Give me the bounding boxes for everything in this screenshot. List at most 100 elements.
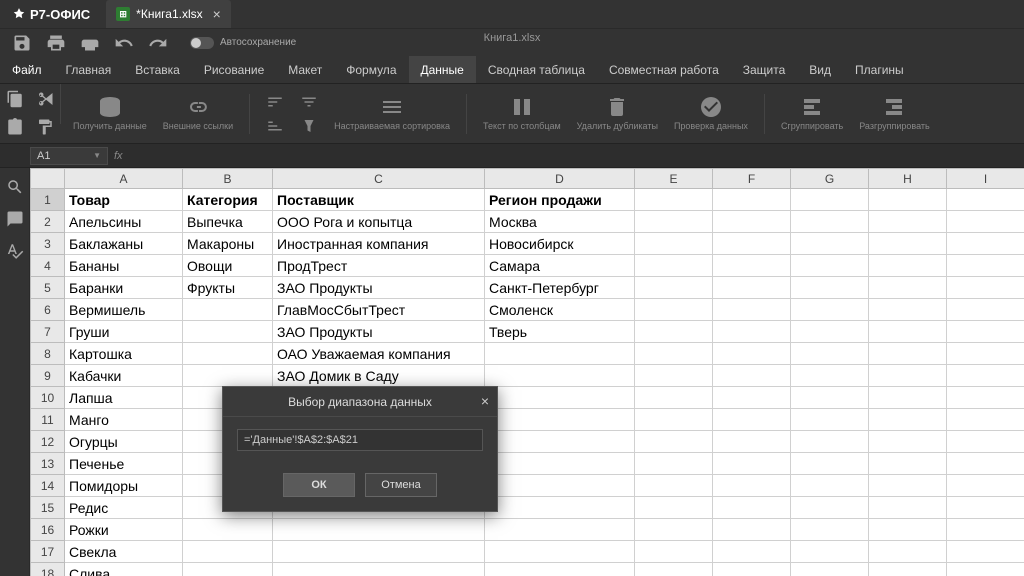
- name-box[interactable]: A1 ▼: [30, 147, 108, 165]
- cell[interactable]: [485, 453, 635, 475]
- cancel-button[interactable]: Отмена: [365, 473, 437, 497]
- row-header[interactable]: 9: [31, 365, 65, 387]
- cell[interactable]: [273, 563, 485, 576]
- cell[interactable]: [713, 563, 791, 576]
- custom-sort-button[interactable]: Настраиваемая сортировка: [334, 95, 450, 132]
- cell[interactable]: [791, 475, 869, 497]
- cell[interactable]: Редис: [65, 497, 183, 519]
- print-icon[interactable]: [46, 33, 66, 53]
- cell[interactable]: ЗАО Продукты: [273, 321, 485, 343]
- cell[interactable]: [791, 343, 869, 365]
- cell[interactable]: [869, 233, 947, 255]
- row-header[interactable]: 16: [31, 519, 65, 541]
- cell[interactable]: [791, 387, 869, 409]
- cell[interactable]: Фрукты: [183, 277, 273, 299]
- tab-рисование[interactable]: Рисование: [192, 56, 276, 83]
- column-header[interactable]: D: [485, 169, 635, 189]
- cell[interactable]: [183, 541, 273, 563]
- cell[interactable]: Макароны: [183, 233, 273, 255]
- cell[interactable]: [947, 255, 1024, 277]
- cell[interactable]: Новосибирск: [485, 233, 635, 255]
- external-links-button[interactable]: Внешние ссылки: [163, 95, 233, 132]
- cell[interactable]: [485, 541, 635, 563]
- cell[interactable]: [869, 431, 947, 453]
- cell[interactable]: [713, 519, 791, 541]
- cell[interactable]: [485, 409, 635, 431]
- cell[interactable]: [635, 299, 713, 321]
- tab-данные[interactable]: Данные: [409, 56, 476, 83]
- cell[interactable]: [791, 189, 869, 211]
- cell[interactable]: [485, 343, 635, 365]
- cell[interactable]: Картошка: [65, 343, 183, 365]
- cell[interactable]: [713, 299, 791, 321]
- cell[interactable]: [869, 277, 947, 299]
- search-icon[interactable]: [6, 178, 24, 196]
- cell[interactable]: [183, 519, 273, 541]
- sort-desc-icon[interactable]: [266, 117, 284, 135]
- cell[interactable]: [713, 277, 791, 299]
- cell[interactable]: [635, 321, 713, 343]
- cell[interactable]: [485, 519, 635, 541]
- cell[interactable]: [713, 365, 791, 387]
- tab-сводная таблица[interactable]: Сводная таблица: [476, 56, 597, 83]
- cell[interactable]: [713, 453, 791, 475]
- row-header[interactable]: 10: [31, 387, 65, 409]
- data-validation-button[interactable]: Проверка данных: [674, 95, 748, 132]
- cell[interactable]: [485, 365, 635, 387]
- cell[interactable]: [183, 343, 273, 365]
- spellcheck-icon[interactable]: [6, 242, 24, 260]
- text-to-columns-button[interactable]: Текст по столбцам: [483, 95, 561, 132]
- row-header[interactable]: 7: [31, 321, 65, 343]
- cell[interactable]: Товар: [65, 189, 183, 211]
- cell[interactable]: ЗАО Продукты: [273, 277, 485, 299]
- cell[interactable]: [635, 365, 713, 387]
- tab-макет[interactable]: Макет: [276, 56, 334, 83]
- cell[interactable]: [869, 211, 947, 233]
- cell[interactable]: [485, 387, 635, 409]
- cut-icon[interactable]: [36, 90, 54, 108]
- cell[interactable]: [635, 277, 713, 299]
- cell[interactable]: Баклажаны: [65, 233, 183, 255]
- column-header[interactable]: B: [183, 169, 273, 189]
- cell[interactable]: ГлавМосСбытТрест: [273, 299, 485, 321]
- cell[interactable]: [713, 475, 791, 497]
- cell[interactable]: Помидоры: [65, 475, 183, 497]
- range-input[interactable]: [237, 429, 483, 451]
- cell[interactable]: Баранки: [65, 277, 183, 299]
- spreadsheet-grid[interactable]: A B C D E F G H I 1ТоварКатегорияПоставщ…: [30, 168, 1024, 576]
- row-header[interactable]: 11: [31, 409, 65, 431]
- copy-icon[interactable]: [6, 90, 24, 108]
- cell[interactable]: [947, 519, 1024, 541]
- cell[interactable]: [485, 475, 635, 497]
- column-header[interactable]: F: [713, 169, 791, 189]
- cell[interactable]: [947, 541, 1024, 563]
- cell[interactable]: Тверь: [485, 321, 635, 343]
- cell[interactable]: [869, 497, 947, 519]
- cell[interactable]: Категория: [183, 189, 273, 211]
- cell[interactable]: [791, 211, 869, 233]
- tab-формула[interactable]: Формула: [334, 56, 408, 83]
- cell[interactable]: ООО Рога и копытца: [273, 211, 485, 233]
- cell[interactable]: [869, 475, 947, 497]
- tab-file[interactable]: Файл: [0, 56, 54, 83]
- fx-icon[interactable]: fx: [114, 150, 123, 162]
- cell[interactable]: Свекла: [65, 541, 183, 563]
- cell[interactable]: [791, 563, 869, 576]
- row-header[interactable]: 3: [31, 233, 65, 255]
- cell[interactable]: [713, 409, 791, 431]
- tab-защита[interactable]: Защита: [731, 56, 798, 83]
- cell[interactable]: ЗАО Домик в Саду: [273, 365, 485, 387]
- cell[interactable]: [635, 409, 713, 431]
- format-painter-icon[interactable]: [36, 118, 54, 136]
- cell[interactable]: [713, 233, 791, 255]
- cell[interactable]: Манго: [65, 409, 183, 431]
- tab-вставка[interactable]: Вставка: [123, 56, 192, 83]
- cell[interactable]: Апельсины: [65, 211, 183, 233]
- cell[interactable]: Регион продажи: [485, 189, 635, 211]
- cell[interactable]: Овощи: [183, 255, 273, 277]
- cell[interactable]: [485, 431, 635, 453]
- cell[interactable]: [713, 321, 791, 343]
- cell[interactable]: Лапша: [65, 387, 183, 409]
- cell[interactable]: [791, 233, 869, 255]
- cell[interactable]: [635, 233, 713, 255]
